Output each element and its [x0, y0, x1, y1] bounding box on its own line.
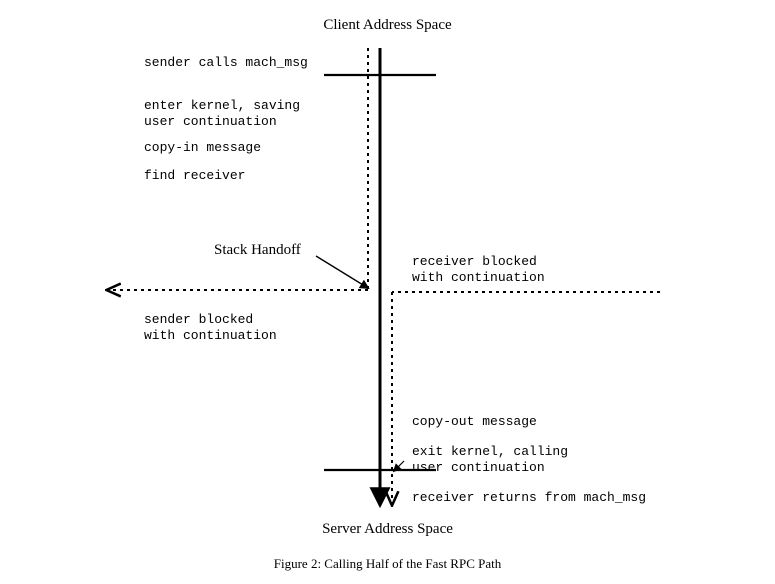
diagram-svg: [0, 0, 775, 584]
label-find-receiver: find receiver: [144, 168, 245, 184]
label-enter-kernel: enter kernel, saving user continuation: [144, 98, 300, 131]
label-receiver-blocked: receiver blocked with continuation: [412, 254, 545, 287]
label-sender-blocked: sender blocked with continuation: [144, 312, 277, 345]
label-exit-kernel: exit kernel, calling user continuation: [412, 444, 568, 477]
stack-handoff-arrow: [316, 256, 368, 288]
label-copy-in: copy-in message: [144, 140, 261, 156]
label-receiver-returns: receiver returns from mach_msg: [412, 490, 646, 506]
title-top: Client Address Space: [0, 16, 775, 35]
label-copy-out: copy-out message: [412, 414, 537, 430]
figure-caption: Figure 2: Calling Half of the Fast RPC P…: [0, 556, 775, 572]
title-bottom: Server Address Space: [0, 520, 775, 539]
diagram-stage: Client Address Space Server Address Spac…: [0, 0, 775, 584]
label-sender-calls: sender calls mach_msg: [144, 55, 308, 71]
stack-handoff-label: Stack Handoff: [214, 241, 301, 260]
